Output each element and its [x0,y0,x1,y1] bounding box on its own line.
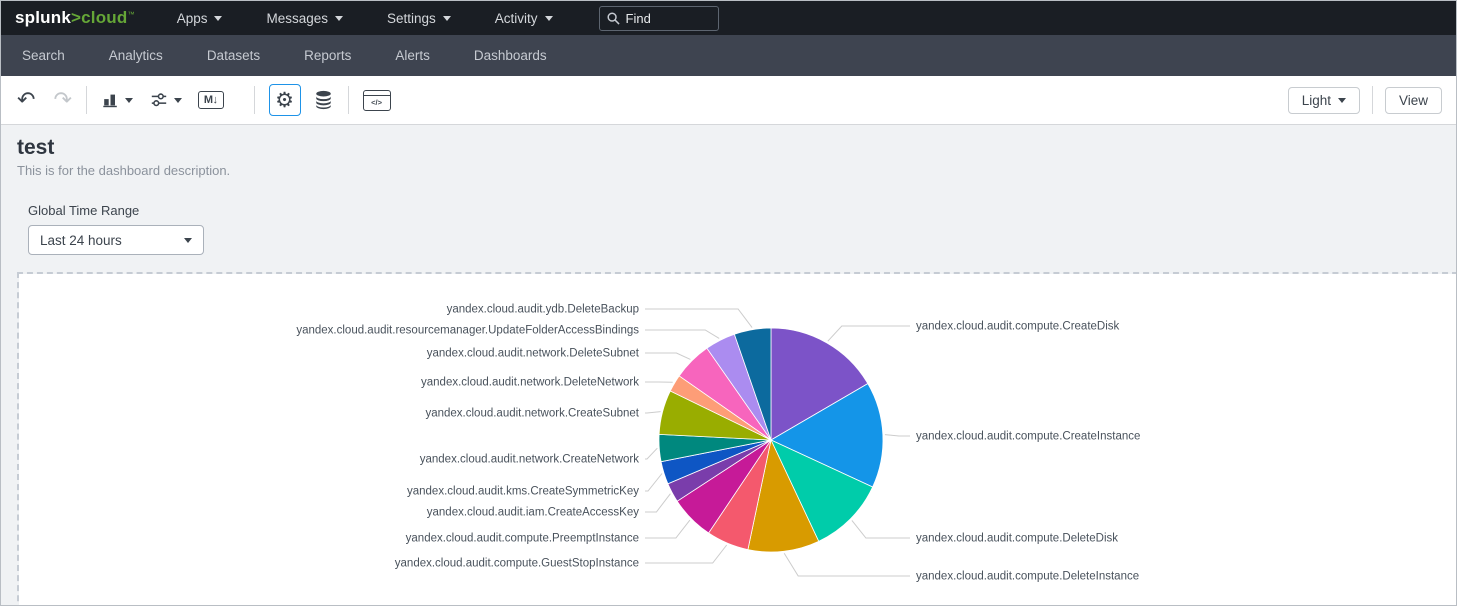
view-button[interactable]: View [1385,87,1442,114]
add-chart-button[interactable] [101,91,133,109]
add-markdown-button[interactable]: M↓ [198,91,224,109]
pie-chart-svg: yandex.cloud.audit.compute.CreateDisk yan… [19,274,1440,605]
pie-slice-label: yandex.cloud.audit.network.CreateNetwork [420,454,640,466]
nav-search[interactable]: Search [22,48,65,63]
chevron-down-icon [174,98,182,103]
bar-chart-icon [101,91,120,109]
menu-settings[interactable]: Settings [387,11,451,26]
add-input-button[interactable] [149,91,182,109]
pie-slice-label: yandex.cloud.audit.compute.CreateInstanc… [916,431,1140,443]
data-sources-button[interactable] [313,89,334,111]
nav-analytics[interactable]: Analytics [109,48,163,63]
menu-messages[interactable]: Messages [266,11,343,26]
time-range-label: Global Time Range [28,203,1440,218]
leader-line [645,494,670,512]
sliders-icon [149,91,169,109]
leader-line [645,474,662,492]
chevron-down-icon [184,238,192,243]
menu-settings-label: Settings [387,11,436,26]
chevron-down-icon [214,16,222,21]
toolbar-divider [254,86,255,114]
pie-slice-label: yandex.cloud.audit.network.CreateSubnet [425,408,639,420]
markdown-icon: M↓ [198,91,224,109]
chevron-down-icon [335,16,343,21]
app-window: splunk>cloud™ Apps Messages Settings Act… [0,0,1457,606]
search-icon [607,12,620,25]
dashboard-content: test This is for the dashboard descripti… [1,125,1456,605]
topbar: splunk>cloud™ Apps Messages Settings Act… [1,1,1456,35]
edit-toolbar: ↶ ↷ M↓ ⚙ </> Light [1,76,1456,125]
nav-datasets[interactable]: Datasets [207,48,260,63]
leader-line [852,520,910,538]
splunk-cloud-logo[interactable]: splunk>cloud™ [15,8,135,28]
menu-activity[interactable]: Activity [495,11,553,26]
pie-slice-label: yandex.cloud.audit.network.DeleteSubnet [427,348,640,360]
leader-line [645,545,727,563]
configuration-button-selected[interactable]: ⚙ [269,84,301,116]
chevron-down-icon [545,16,553,21]
leader-line [645,330,719,338]
pie-slice-label: yandex.cloud.audit.compute.DeleteInstanc… [916,571,1139,583]
menu-messages-label: Messages [266,11,328,26]
search-input[interactable] [626,11,706,26]
menu-apps-label: Apps [177,11,208,26]
undo-icon[interactable]: ↶ [17,89,35,111]
pie-chart-panel[interactable]: yandex.cloud.audit.compute.CreateDisk yan… [19,274,1456,605]
leader-line [828,326,910,341]
redo-icon: ↷ [53,89,71,111]
gear-icon: ⚙ [275,88,294,113]
toolbar-right: Light View [1288,76,1442,124]
time-range-dropdown[interactable]: Last 24 hours [28,225,204,255]
dashboard-canvas: yandex.cloud.audit.compute.CreateDisk yan… [17,272,1456,605]
logo-trademark: ™ [127,11,134,18]
pie-slice-label: yandex.cloud.audit.compute.GuestStopInst… [395,558,639,570]
logo-product: cloud [81,8,127,27]
menu-apps[interactable]: Apps [177,11,223,26]
pie-slice-label: yandex.cloud.audit.kms.CreateSymmetricKe… [407,486,639,498]
toolbar-divider [1372,86,1373,114]
page-description: This is for the dashboard description. [17,163,1440,178]
leader-line [645,448,657,459]
database-icon [313,89,334,111]
nav-reports[interactable]: Reports [304,48,351,63]
pie-slice-label: yandex.cloud.audit.compute.CreateDisk [916,321,1120,333]
nav-alerts[interactable]: Alerts [395,48,430,63]
theme-label: Light [1302,93,1331,108]
topbar-menus: Apps Messages Settings Activity [177,11,553,26]
pie-slice-label: yandex.cloud.audit.ydb.DeleteBackup [447,304,639,316]
view-source-button[interactable]: </> [363,90,391,111]
pie-slice-label: yandex.cloud.audit.iam.CreateAccessKey [427,507,639,519]
toolbar-divider [86,86,87,114]
toolbar-divider [348,86,349,114]
menu-activity-label: Activity [495,11,538,26]
leader-line [645,520,690,538]
logo-brand: splunk [15,8,71,27]
global-inputs: Global Time Range Last 24 hours [28,203,1440,255]
leader-line [645,309,752,328]
leader-line [645,353,690,359]
chevron-down-icon [1338,98,1346,103]
logo-separator: > [71,8,81,27]
chevron-down-icon [443,16,451,21]
view-label: View [1399,93,1428,108]
nav-dashboards[interactable]: Dashboards [474,48,547,63]
pie-slice-label: yandex.cloud.audit.network.DeleteNetwork [421,377,639,389]
pie-slice-label: yandex.cloud.audit.compute.DeleteDisk [916,533,1118,545]
app-navbar: Search Analytics Datasets Reports Alerts… [1,35,1456,76]
time-range-value: Last 24 hours [40,233,122,248]
leader-line [885,435,910,436]
page-title: test [17,136,1440,160]
leader-line [645,412,661,413]
find-search-box[interactable] [599,6,719,31]
theme-dropdown-button[interactable]: Light [1288,87,1360,114]
leader-line [784,553,910,576]
code-icon: </> [364,96,390,110]
pie-slice-label: yandex.cloud.audit.compute.PreemptInstan… [406,533,639,545]
chevron-down-icon [125,98,133,103]
pie-slice-label: yandex.cloud.audit.resourcemanager.Updat… [296,325,639,337]
